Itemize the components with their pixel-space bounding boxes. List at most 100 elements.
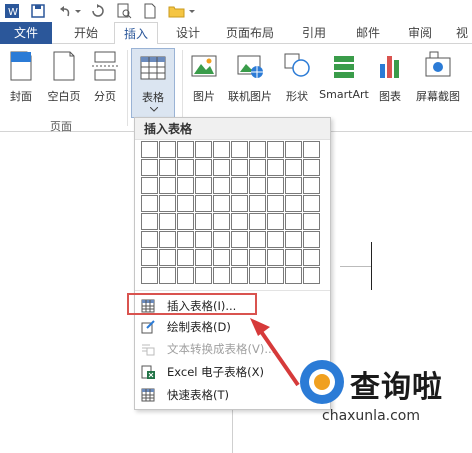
- table-grid-cell[interactable]: [267, 267, 284, 284]
- table-grid-cell[interactable]: [285, 213, 302, 230]
- table-grid-cell[interactable]: [285, 231, 302, 248]
- smartart-button[interactable]: SmartArt: [318, 48, 370, 110]
- table-grid-cell[interactable]: [141, 267, 158, 284]
- table-grid-cell[interactable]: [285, 267, 302, 284]
- table-grid-cell[interactable]: [285, 159, 302, 176]
- table-grid-cell[interactable]: [249, 267, 266, 284]
- table-grid-cell[interactable]: [267, 249, 284, 266]
- table-grid-cell[interactable]: [141, 249, 158, 266]
- table-grid-cell[interactable]: [213, 267, 230, 284]
- table-grid-cell[interactable]: [303, 195, 320, 212]
- table-grid-cell[interactable]: [249, 231, 266, 248]
- table-grid-cell[interactable]: [303, 231, 320, 248]
- dropdown-arrow-icon[interactable]: [74, 3, 82, 19]
- table-grid-cell[interactable]: [195, 177, 212, 194]
- table-grid-cell[interactable]: [159, 231, 176, 248]
- table-button[interactable]: 表格: [131, 48, 175, 118]
- table-grid-cell[interactable]: [177, 267, 194, 284]
- table-grid-cell[interactable]: [141, 177, 158, 194]
- screenshot-button[interactable]: 屏幕截图: [410, 48, 466, 110]
- new-document-icon[interactable]: [142, 3, 158, 19]
- table-grid-cell[interactable]: [213, 195, 230, 212]
- online-picture-button[interactable]: 联机图片: [224, 48, 276, 110]
- table-grid-cell[interactable]: [303, 141, 320, 158]
- tab-file[interactable]: 文件: [0, 22, 52, 44]
- table-size-grid[interactable]: [141, 141, 320, 284]
- table-grid-cell[interactable]: [285, 141, 302, 158]
- print-preview-icon[interactable]: [116, 3, 132, 19]
- table-grid-cell[interactable]: [159, 159, 176, 176]
- table-grid-cell[interactable]: [141, 213, 158, 230]
- menu-insert-table[interactable]: 插入表格(I)...: [127, 293, 257, 315]
- table-grid-cell[interactable]: [267, 141, 284, 158]
- table-grid-cell[interactable]: [177, 231, 194, 248]
- table-grid-cell[interactable]: [249, 249, 266, 266]
- table-grid-cell[interactable]: [159, 267, 176, 284]
- table-grid-cell[interactable]: [249, 195, 266, 212]
- table-grid-cell[interactable]: [177, 213, 194, 230]
- table-grid-cell[interactable]: [177, 249, 194, 266]
- table-grid-cell[interactable]: [303, 159, 320, 176]
- table-grid-cell[interactable]: [231, 141, 248, 158]
- table-grid-cell[interactable]: [159, 195, 176, 212]
- tab-mailings[interactable]: 邮件: [346, 22, 390, 44]
- table-grid-cell[interactable]: [177, 177, 194, 194]
- table-grid-cell[interactable]: [213, 177, 230, 194]
- tab-layout[interactable]: 页面布局: [218, 22, 282, 44]
- table-grid-cell[interactable]: [267, 159, 284, 176]
- save-icon[interactable]: [30, 3, 46, 19]
- table-grid-cell[interactable]: [303, 177, 320, 194]
- table-grid-cell[interactable]: [141, 231, 158, 248]
- chart-button[interactable]: 图表: [374, 48, 406, 110]
- tab-design[interactable]: 设计: [166, 22, 210, 44]
- table-grid-cell[interactable]: [303, 267, 320, 284]
- table-grid-cell[interactable]: [303, 213, 320, 230]
- shapes-button[interactable]: 形状: [280, 48, 314, 110]
- blank-page-button[interactable]: 空白页: [42, 48, 86, 110]
- table-grid-cell[interactable]: [141, 159, 158, 176]
- table-grid-cell[interactable]: [195, 141, 212, 158]
- undo-icon[interactable]: [56, 3, 72, 19]
- table-grid-cell[interactable]: [231, 267, 248, 284]
- table-grid-cell[interactable]: [213, 159, 230, 176]
- table-grid-cell[interactable]: [285, 249, 302, 266]
- table-grid-cell[interactable]: [249, 213, 266, 230]
- table-grid-cell[interactable]: [285, 177, 302, 194]
- tab-view[interactable]: 视: [452, 22, 472, 44]
- table-grid-cell[interactable]: [231, 249, 248, 266]
- menu-draw-table[interactable]: 绘制表格(D): [137, 316, 328, 338]
- table-grid-cell[interactable]: [249, 177, 266, 194]
- table-grid-cell[interactable]: [159, 177, 176, 194]
- table-grid-cell[interactable]: [195, 195, 212, 212]
- table-grid-cell[interactable]: [285, 195, 302, 212]
- page-break-button[interactable]: 分页: [88, 48, 122, 110]
- table-grid-cell[interactable]: [249, 159, 266, 176]
- table-grid-cell[interactable]: [159, 249, 176, 266]
- table-grid-cell[interactable]: [267, 195, 284, 212]
- table-grid-cell[interactable]: [195, 213, 212, 230]
- table-grid-cell[interactable]: [213, 249, 230, 266]
- table-grid-cell[interactable]: [249, 141, 266, 158]
- table-grid-cell[interactable]: [231, 177, 248, 194]
- cover-button[interactable]: 封面: [2, 48, 40, 110]
- table-grid-cell[interactable]: [195, 231, 212, 248]
- table-grid-cell[interactable]: [303, 249, 320, 266]
- picture-button[interactable]: 图片: [186, 48, 222, 110]
- redo-icon[interactable]: [90, 3, 106, 19]
- table-grid-cell[interactable]: [213, 231, 230, 248]
- table-grid-cell[interactable]: [195, 267, 212, 284]
- tab-review[interactable]: 审阅: [398, 22, 442, 44]
- table-grid-cell[interactable]: [195, 249, 212, 266]
- table-grid-cell[interactable]: [267, 231, 284, 248]
- open-folder-icon[interactable]: [168, 3, 186, 19]
- table-grid-cell[interactable]: [231, 213, 248, 230]
- table-grid-cell[interactable]: [267, 177, 284, 194]
- table-grid-cell[interactable]: [177, 159, 194, 176]
- table-grid-cell[interactable]: [141, 141, 158, 158]
- table-grid-cell[interactable]: [195, 159, 212, 176]
- tab-home[interactable]: 开始: [62, 22, 110, 44]
- table-grid-cell[interactable]: [231, 231, 248, 248]
- table-grid-cell[interactable]: [159, 213, 176, 230]
- tab-insert[interactable]: 插入: [114, 22, 158, 45]
- table-grid-cell[interactable]: [159, 141, 176, 158]
